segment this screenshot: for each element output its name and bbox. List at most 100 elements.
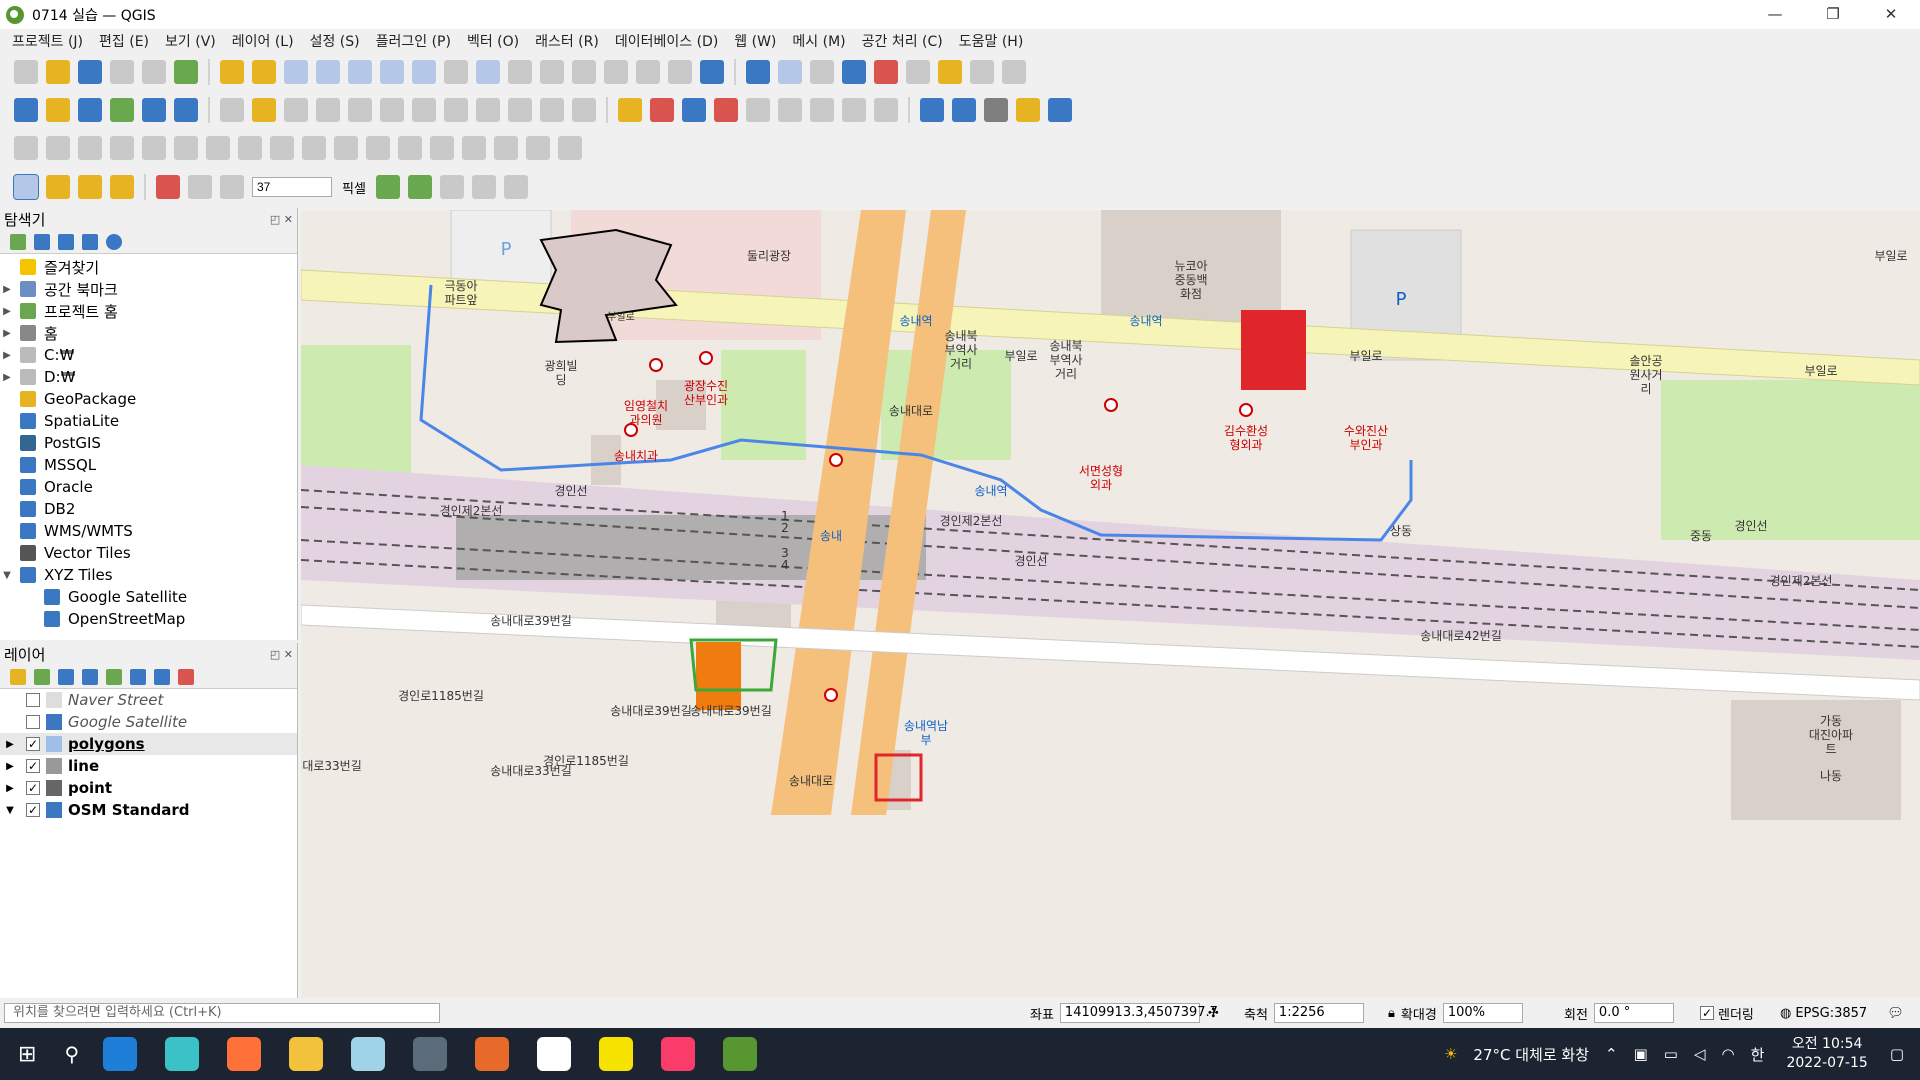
volume-icon[interactable]: ◁ [1694,1045,1706,1063]
browser-item-wms-wmts[interactable]: WMS/WMTS [0,520,297,542]
select-by-value-icon[interactable] [46,175,70,199]
menu-database[interactable]: 데이터베이스 (D) [607,31,726,51]
change-label-icon[interactable] [842,98,866,122]
menu-settings[interactable]: 설정 (S) [302,31,368,51]
windows-start-icon[interactable]: ⊞ [18,1042,36,1067]
snap-intersection-icon[interactable] [407,175,432,199]
new-3d-view-icon[interactable] [572,60,596,84]
snapping-type-icon[interactable] [220,175,244,199]
zoom-full-icon[interactable] [348,60,372,84]
collapse-all-icon[interactable] [154,668,170,685]
copy-features-icon[interactable] [476,98,500,122]
label-tool-icon[interactable] [618,98,642,122]
expand-all-icon[interactable] [130,668,146,685]
layer-item[interactable]: Naver Street [0,689,297,711]
fill-ring-icon[interactable] [206,136,230,160]
refresh-icon[interactable] [700,60,724,84]
magnifier-spinbox[interactable]: 100% [1442,1003,1523,1023]
help-icon[interactable] [1048,98,1072,122]
menu-view[interactable]: 보기 (V) [157,31,224,51]
metasearch-icon[interactable] [920,98,944,122]
locator-search-input[interactable]: 위치를 찾으려면 입력하세요 (Ctrl+K) [4,1003,440,1023]
reverse-line-icon[interactable] [366,136,390,160]
expand-arrow-icon[interactable]: ▶ [0,328,14,339]
expand-arrow-icon[interactable]: ▶ [0,783,20,794]
menu-raster[interactable]: 래스터 (R) [527,31,607,51]
move-feature-icon[interactable] [46,136,70,160]
data-source-manager-icon[interactable] [14,98,38,122]
print-layout-icon[interactable] [142,60,166,84]
edge-browser-icon[interactable] [103,1037,138,1071]
zoom-in-icon[interactable] [284,60,308,84]
map-tips-icon[interactable] [938,60,962,84]
tray-expand-icon[interactable]: ⌃ [1605,1045,1618,1063]
python-console-icon[interactable] [1016,98,1040,122]
menu-plugins[interactable]: 플러그인 (P) [368,31,459,51]
field-calc-icon[interactable] [810,60,834,84]
extents-toggle-icon[interactable]: ✣ [1208,1006,1219,1021]
menu-web[interactable]: 웹 (W) [726,31,784,51]
zoom-out-icon[interactable] [316,60,340,84]
menu-mesh[interactable]: 메시 (M) [784,31,853,51]
bookmark-new-icon[interactable] [604,60,628,84]
expand-arrow-icon[interactable]: ▼ [0,570,14,581]
panel-float-close-buttons[interactable]: ◰ ✕ [270,213,297,226]
save-edits-icon[interactable] [284,98,308,122]
rotate-label-icon[interactable] [810,98,834,122]
pin-label-icon[interactable] [714,98,738,122]
search-icon[interactable]: ⚲ [64,1042,79,1066]
menu-layer[interactable]: 레이어 (L) [224,31,302,51]
map-svg[interactable]: 극동아 파트앞 둘리광장 뉴코아 중동백 화점 송내역 송내북 부역사 거리 부일로 송내… [301,210,1920,998]
layer-item[interactable]: ▶ ✓ line [0,755,297,777]
quickmapservices-icon[interactable] [952,98,976,122]
zoom-last-icon[interactable] [476,60,500,84]
kakaotalk-icon[interactable] [599,1037,634,1071]
battery-icon[interactable]: ▭ [1664,1045,1678,1063]
merge-features-icon[interactable] [494,136,518,160]
pan-hand-icon[interactable] [220,60,244,84]
expand-arrow-icon[interactable]: ▶ [0,372,14,383]
add-part-icon[interactable] [174,136,198,160]
browser-item-d-[interactable]: ▶ D:₩ [0,366,297,388]
split-parts-icon[interactable] [462,136,486,160]
browser-xyz-child[interactable]: Google Satellite [0,586,297,608]
layer-visibility-checkbox[interactable]: ✓ [26,803,40,817]
file-explorer-icon[interactable] [289,1037,324,1071]
menu-processing[interactable]: 공간 처리 (C) [854,31,951,51]
undo-icon[interactable] [540,98,564,122]
browser-item-spatialite[interactable]: SpatiaLite [0,410,297,432]
wifi-icon[interactable]: ◠ [1722,1045,1735,1063]
pan-to-selection-icon[interactable] [252,60,276,84]
browser-item-즐겨찾기[interactable]: 즐겨찾기 [0,256,297,278]
save-as-icon[interactable] [110,60,134,84]
split-features-icon[interactable] [430,136,454,160]
browser-item-홈[interactable]: ▶ 홈 [0,322,297,344]
browser-item-vector-tiles[interactable]: Vector Tiles [0,542,297,564]
temporal-icon[interactable] [668,60,692,84]
menu-project[interactable]: 프로젝트 (J) [4,31,91,51]
app-icon[interactable] [165,1037,200,1071]
add-vector-icon[interactable] [78,98,102,122]
deselect-icon[interactable] [78,175,102,199]
move-label-icon[interactable] [778,98,802,122]
rotate-point-icon[interactable] [558,136,582,160]
tracing-icon[interactable] [503,175,528,199]
identify-icon[interactable] [746,60,770,84]
close-button[interactable]: ✕ [1862,0,1920,29]
add-raster-icon[interactable] [110,98,134,122]
filter-icon[interactable] [58,233,74,250]
expand-arrow-icon[interactable]: ▶ [0,739,20,750]
snapping-config-icon[interactable] [188,175,212,199]
advanced-digitize-icon[interactable] [14,136,38,160]
browser-item-c-[interactable]: ▶ C:₩ [0,344,297,366]
attribute-table-icon[interactable] [778,60,802,84]
select-features-icon[interactable] [13,174,39,200]
calculator-icon[interactable] [413,1037,448,1071]
layer-visibility-checkbox[interactable]: ✓ [26,759,40,773]
layer-visibility-checkbox[interactable]: ✓ [26,781,40,795]
highlight-label-icon[interactable] [682,98,706,122]
weather-icon[interactable]: ☀ [1444,1045,1457,1063]
globe-icon[interactable]: ◍ [1780,1006,1791,1021]
save-project-icon[interactable] [78,60,102,84]
layer-style-icon[interactable] [10,668,26,685]
